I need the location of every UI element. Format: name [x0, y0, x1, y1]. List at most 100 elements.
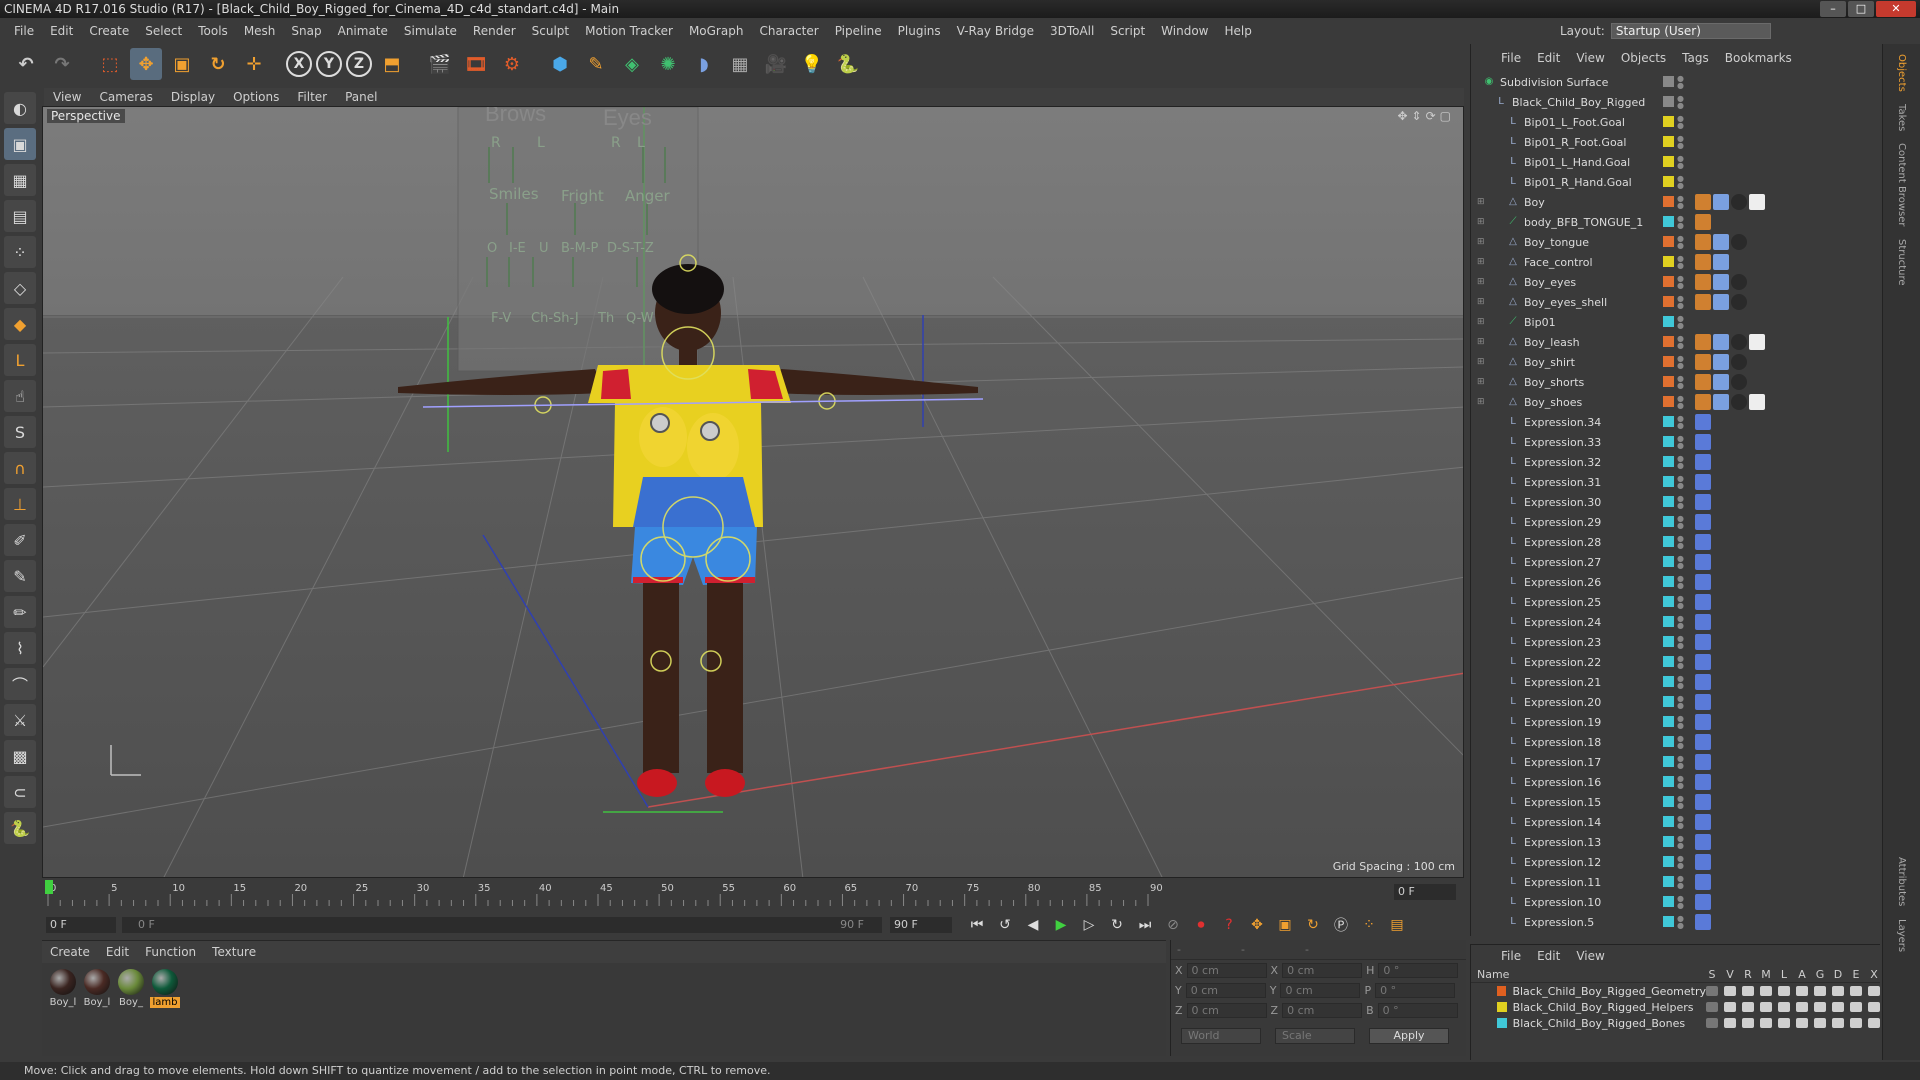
xpresso-tag-icon[interactable] — [1695, 714, 1711, 730]
menu-mesh[interactable]: Mesh — [236, 24, 284, 38]
right-tab-layers[interactable]: Layers — [1896, 913, 1907, 958]
layer-menu-file[interactable]: File — [1493, 949, 1529, 963]
layer-color-swatch[interactable] — [1663, 816, 1674, 827]
go-to-start-icon[interactable]: ⏮ — [966, 914, 988, 936]
menu-script[interactable]: Script — [1102, 24, 1153, 38]
maximize-button[interactable]: □ — [1848, 1, 1874, 17]
layer-flag-toggle[interactable] — [1760, 1002, 1772, 1012]
viewport-menu-display[interactable]: Display — [162, 90, 224, 104]
visibility-dots[interactable]: ● ● — [1677, 95, 1684, 110]
deformer-icon[interactable]: ◗ — [688, 48, 720, 80]
visibility-dots[interactable]: ● ● — [1677, 875, 1684, 890]
size-y-field[interactable]: 0 cm — [1280, 982, 1361, 998]
object-row[interactable]: ⊞ △ Boy_eyes_shell ● ● — [1477, 292, 1880, 312]
material-item[interactable]: Boy_l — [82, 969, 112, 1008]
subdivision-surface-icon[interactable]: ◈ — [616, 48, 648, 80]
menu-snap[interactable]: Snap — [283, 24, 329, 38]
visibility-dots[interactable]: ● ● — [1677, 415, 1684, 430]
cube-primitive-icon[interactable]: ⬢ — [544, 48, 576, 80]
previous-frame-icon[interactable]: ◀ — [1022, 914, 1044, 936]
menu-v-ray-bridge[interactable]: V-Ray Bridge — [949, 24, 1042, 38]
xpresso-tag-icon[interactable] — [1695, 834, 1711, 850]
material-tag-icon[interactable] — [1695, 274, 1711, 290]
object-row[interactable]: L Expression.25 ● ● — [1477, 592, 1880, 612]
layer-color-swatch[interactable] — [1663, 416, 1674, 427]
pos-x-field[interactable]: 0 cm — [1186, 962, 1267, 978]
layer-color-swatch[interactable] — [1497, 1002, 1507, 1012]
menu-render[interactable]: Render — [465, 24, 524, 38]
menu-file[interactable]: File — [6, 24, 42, 38]
current-frame-field[interactable]: 0 F — [1394, 884, 1456, 900]
object-row[interactable]: L Expression.24 ● ● — [1477, 612, 1880, 632]
xpresso-tag-icon[interactable] — [1695, 594, 1711, 610]
motion-record-icon[interactable]: ⊘ — [1162, 914, 1184, 936]
render-settings-icon[interactable]: ⚙ — [496, 48, 528, 80]
object-row[interactable]: L Black_Child_Boy_Rigged ● ● — [1477, 92, 1880, 112]
visibility-dots[interactable]: ● ● — [1677, 475, 1684, 490]
material-tag-icon[interactable] — [1695, 354, 1711, 370]
object-row[interactable]: L Expression.22 ● ● — [1477, 652, 1880, 672]
layer-color-swatch[interactable] — [1663, 716, 1674, 727]
xpresso-tag-icon[interactable] — [1695, 414, 1711, 430]
object-row[interactable]: ⊞ △ Boy_shoes ● ● — [1477, 392, 1880, 412]
layer-color-swatch[interactable] — [1663, 736, 1674, 747]
size-x-field[interactable]: 0 cm — [1282, 962, 1363, 978]
playhead[interactable] — [45, 880, 53, 894]
layer-color-swatch[interactable] — [1663, 176, 1674, 187]
spline-pen-icon[interactable]: ✎ — [580, 48, 612, 80]
object-menu-bookmarks[interactable]: Bookmarks — [1717, 51, 1800, 65]
material-tag-icon[interactable] — [1731, 374, 1747, 390]
apply-button[interactable]: Apply — [1369, 1028, 1449, 1044]
layer-column-header[interactable]: E — [1850, 968, 1862, 981]
snap-icon[interactable]: S — [4, 416, 36, 448]
visibility-dots[interactable]: ● ● — [1677, 555, 1684, 570]
layer-column-header[interactable]: S — [1706, 968, 1718, 981]
coord-system-dropdown[interactable]: World — [1181, 1028, 1261, 1044]
visibility-dots[interactable]: ● ● — [1677, 735, 1684, 750]
menu-animate[interactable]: Animate — [330, 24, 396, 38]
layer-color-swatch[interactable] — [1663, 836, 1674, 847]
key-pla-icon[interactable]: ⁘ — [1358, 914, 1380, 936]
object-row[interactable]: L Bip01_L_Hand.Goal ● ● — [1477, 152, 1880, 172]
visibility-dots[interactable]: ● ● — [1677, 515, 1684, 530]
visibility-dots[interactable]: ● ● — [1677, 115, 1684, 130]
menu-pipeline[interactable]: Pipeline — [827, 24, 890, 38]
layer-flag-toggle[interactable] — [1868, 986, 1880, 996]
layer-color-swatch[interactable] — [1663, 256, 1674, 267]
xpresso-tag-icon[interactable] — [1695, 554, 1711, 570]
xpresso-tag-icon[interactable] — [1695, 854, 1711, 870]
object-row[interactable]: ⊞ △ Boy ● ● — [1477, 192, 1880, 212]
object-row[interactable]: L Expression.20 ● ● — [1477, 692, 1880, 712]
object-row[interactable]: ⊞ △ Boy_leash ● ● — [1477, 332, 1880, 352]
visibility-dots[interactable]: ● ● — [1677, 435, 1684, 450]
material-tag-icon[interactable] — [1749, 334, 1765, 350]
xpresso-tag-icon[interactable] — [1695, 774, 1711, 790]
live-selection-icon[interactable]: ⬚ — [94, 48, 126, 80]
visibility-dots[interactable]: ● ● — [1677, 495, 1684, 510]
layer-color-swatch[interactable] — [1663, 476, 1674, 487]
workplane-icon[interactable]: ▤ — [4, 200, 36, 232]
edges-mode-icon[interactable]: ◇ — [4, 272, 36, 304]
visibility-dots[interactable]: ● ● — [1677, 775, 1684, 790]
key-position-icon[interactable]: ✥ — [1246, 914, 1268, 936]
layer-color-swatch[interactable] — [1663, 116, 1674, 127]
layer-color-swatch[interactable] — [1663, 236, 1674, 247]
xpresso-tag-icon[interactable] — [1695, 474, 1711, 490]
layer-color-swatch[interactable] — [1663, 636, 1674, 647]
menu-window[interactable]: Window — [1153, 24, 1216, 38]
polygons-mode-icon[interactable]: ◆ — [4, 308, 36, 340]
visibility-dots[interactable]: ● ● — [1677, 315, 1684, 330]
viewport-menu-options[interactable]: Options — [224, 90, 288, 104]
xpresso-tag-icon[interactable] — [1695, 454, 1711, 470]
material-menu-texture[interactable]: Texture — [212, 945, 256, 959]
rot-b-field[interactable]: 0 ° — [1377, 1002, 1458, 1018]
object-row[interactable]: L Expression.17 ● ● — [1477, 752, 1880, 772]
layer-flag-toggle[interactable] — [1796, 1018, 1808, 1028]
size-z-field[interactable]: 0 cm — [1282, 1002, 1363, 1018]
layer-color-swatch[interactable] — [1663, 156, 1674, 167]
visibility-dots[interactable]: ● ● — [1677, 235, 1684, 250]
menu-help[interactable]: Help — [1216, 24, 1259, 38]
material-tag-icon[interactable] — [1695, 334, 1711, 350]
menu-tools[interactable]: Tools — [190, 24, 236, 38]
layer-color-swatch[interactable] — [1497, 1018, 1507, 1028]
